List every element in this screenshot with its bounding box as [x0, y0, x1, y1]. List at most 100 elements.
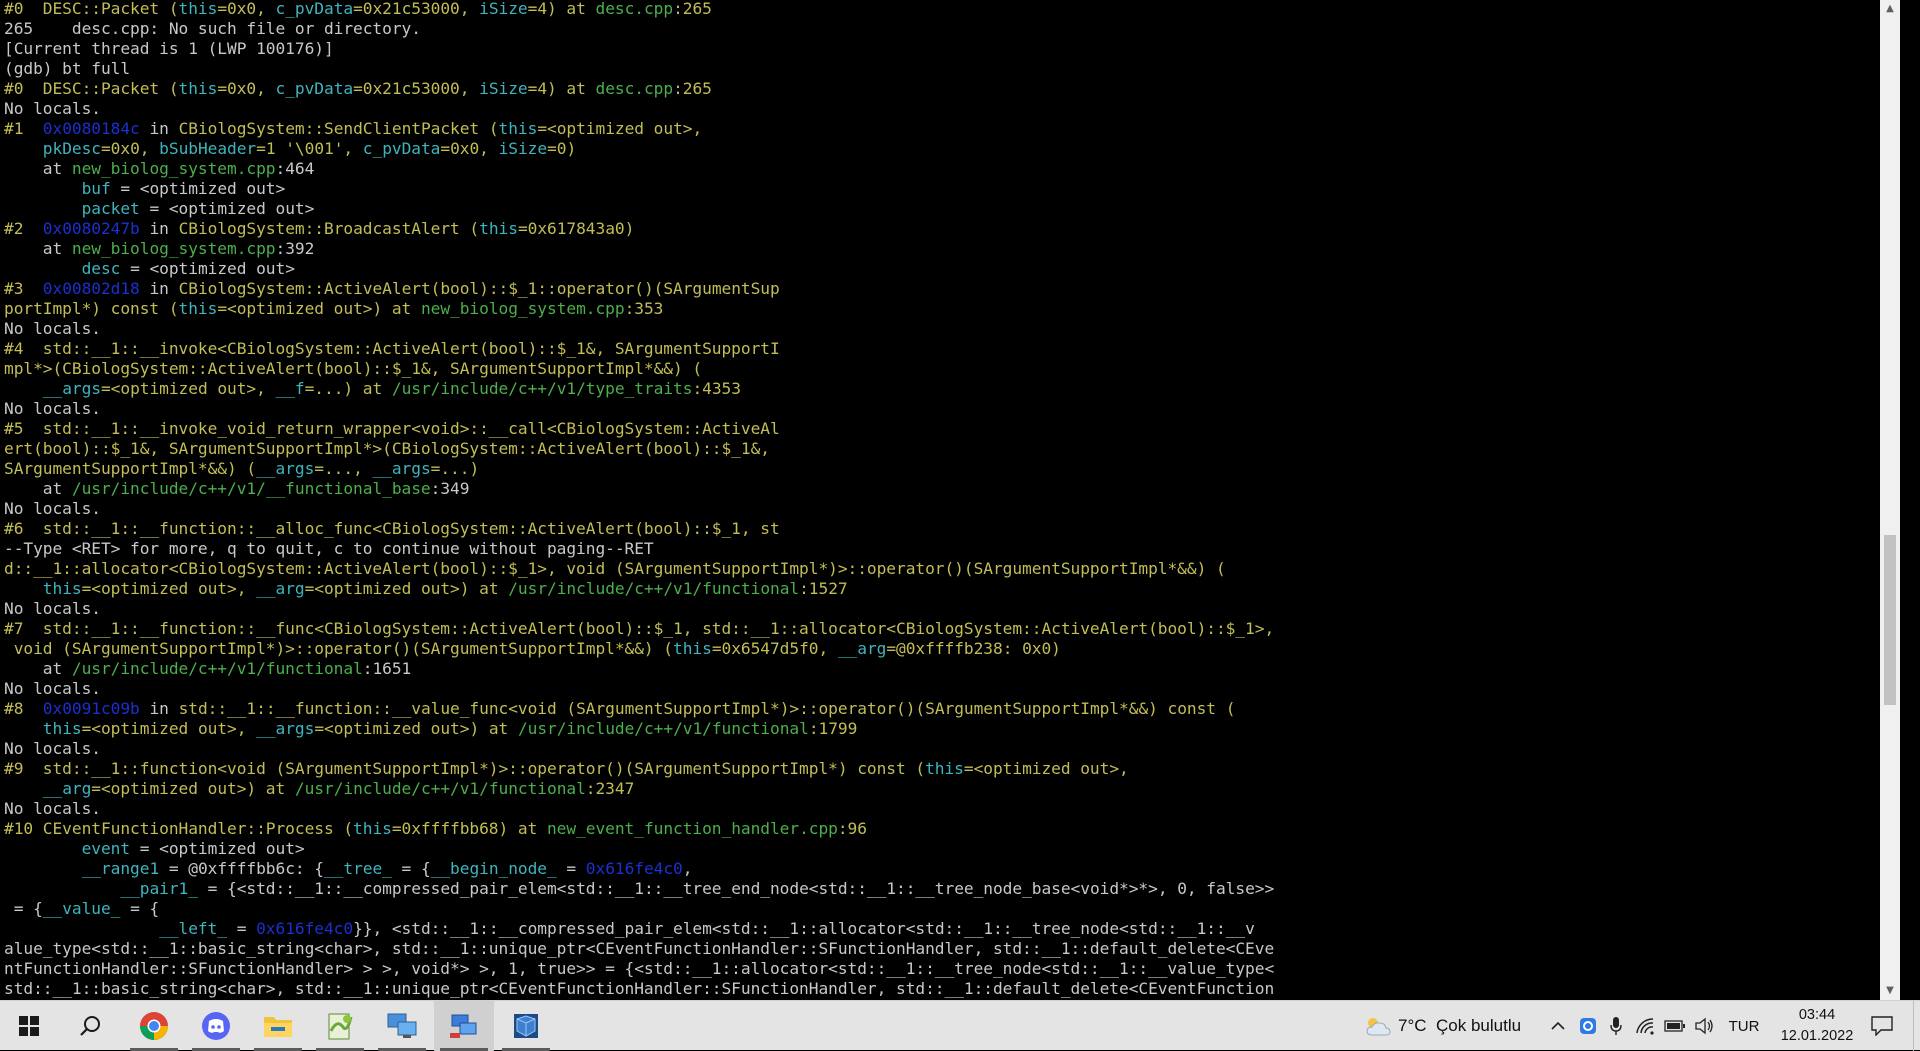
terminal-text: No locals. [4, 599, 101, 618]
search-button[interactable] [62, 1001, 118, 1051]
terminal-text: = { [391, 859, 431, 878]
terminal-text: at [4, 659, 72, 678]
taskbar-app-virtualbox[interactable] [496, 1001, 556, 1051]
terminal-line: No locals. [4, 399, 1900, 419]
terminal-text: at [4, 479, 72, 498]
terminal-text: #0 DESC::Packet ( [4, 79, 179, 98]
terminal-line: #1 0x0080184c in CBiologSystem::SendClie… [4, 119, 1900, 139]
terminal-line: #8 0x0091c09b in std::__1::__function::_… [4, 699, 1900, 719]
terminal-text: No locals. [4, 499, 101, 518]
terminal-text: d::__1::allocator<CBiologSystem::ActiveA… [4, 559, 1226, 578]
terminal-text: event [81, 839, 131, 858]
terminal-line: pkDesc=0x0, bSubHeader=1 '\001', c_pvDat… [4, 139, 1900, 159]
clock[interactable]: 03:44 12.01.2022 [1762, 1005, 1872, 1047]
weather-temp[interactable]: 7°C [1398, 1001, 1436, 1051]
weather-button[interactable] [1360, 1001, 1396, 1051]
terminal-line: No locals. [4, 739, 1900, 759]
terminal-text: ert(bool)::$_1&, SArgumentSupportImpl*>(… [4, 439, 770, 458]
terminal-text: new_biolog_system.cpp [71, 239, 276, 258]
taskbar-app-file-explorer[interactable] [248, 1001, 308, 1051]
terminal-text: =0x0, [100, 139, 160, 158]
terminal-text: =0x6547d5f0, [711, 639, 838, 658]
terminal-line: #9 std::__1::function<void (SArgumentSup… [4, 759, 1900, 779]
terminal-text: =..., [314, 459, 373, 478]
battery-button[interactable] [1661, 1001, 1689, 1051]
terminal-window[interactable]: #0 DESC::Packet (this=0x0, c_pvData=0x21… [0, 0, 1900, 1000]
terminal-line: __pair1_ = {<std::__1::__compressed_pair… [4, 879, 1900, 899]
tray-app-button[interactable] [1575, 1001, 1601, 1051]
microphone-button[interactable] [1603, 1001, 1629, 1051]
wifi-icon [1636, 1018, 1654, 1035]
weather-condition[interactable]: Çok bulutlu [1436, 1001, 1556, 1051]
terminal-text: :265 [673, 0, 712, 18]
terminal-text: :2347 [585, 779, 635, 798]
terminal-text: c_pvData [275, 0, 354, 18]
terminal-text: =<optimized out>, [963, 759, 1129, 778]
terminal-text: =@0xffffb238: 0x0) [886, 639, 1061, 658]
terminal-text: = <optimized out> [110, 179, 286, 198]
battery-icon [1664, 1020, 1685, 1032]
taskbar-app-discord[interactable] [186, 1001, 246, 1051]
terminal-text: at [4, 159, 72, 178]
taskbar-app-network-computer[interactable] [434, 1001, 494, 1051]
terminal-text: #7 std::__1::__function::__func<CBiologS… [4, 619, 1275, 638]
terminal-line: at /usr/include/c++/v1/functional:1651 [4, 659, 1900, 679]
terminal-line: at /usr/include/c++/v1/__functional_base… [4, 479, 1900, 499]
terminal-text: No locals. [4, 399, 101, 418]
scroll-down-arrow-icon[interactable]: ▼ [1880, 982, 1900, 1000]
terminal-line: #10 CEventFunctionHandler::Process (this… [4, 819, 1900, 839]
terminal-text: 0x616fe4c0 [585, 859, 683, 878]
terminal-line: = {__value_ = { [4, 899, 1900, 919]
terminal-text: #9 std::__1::function<void (SArgumentSup… [4, 759, 926, 778]
taskbar-app-notepadpp[interactable] [310, 1001, 370, 1051]
terminal-text: __arg [256, 579, 305, 598]
terminal-text: this [178, 299, 218, 318]
terminal-line: event = <optimized out> [4, 839, 1900, 859]
terminal-line: ert(bool)::$_1&, SArgumentSupportImpl*>(… [4, 439, 1900, 459]
language-indicator[interactable]: TUR [1722, 1001, 1766, 1051]
vertical-scrollbar[interactable]: ▲ ▼ [1880, 0, 1900, 1000]
terminal-text: new_event_function_handler.cpp [546, 819, 838, 838]
taskbar-app-chrome[interactable] [124, 1001, 184, 1051]
terminal-line: alue_type<std::__1::basic_string<char>, … [4, 939, 1900, 959]
speaker-icon [1695, 1017, 1713, 1035]
terminal-text: #8 [4, 699, 43, 718]
scroll-up-arrow-icon[interactable]: ▲ [1880, 0, 1900, 18]
terminal-text: __args [372, 459, 431, 478]
start-button[interactable] [0, 1001, 58, 1051]
terminal-text: iSize [479, 0, 528, 18]
scrollbar-thumb[interactable] [1884, 535, 1896, 705]
network-button[interactable] [1631, 1001, 1659, 1051]
terminal-text: std::__1::__function::__value_func<void … [178, 699, 1236, 718]
terminal-text: #1 [4, 119, 43, 138]
terminal-text: desc [81, 259, 121, 278]
terminal-text: 0x0091c09b [42, 699, 140, 718]
terminal-text: CBiologSystem::ActiveAlert(bool)::$_1::o… [178, 279, 780, 298]
terminal-text: =<optimized out>) at [91, 779, 295, 798]
terminal-text: :349 [430, 479, 470, 498]
taskbar-app-remote-desktop[interactable] [372, 1001, 432, 1051]
terminal-text: c_pvData [362, 139, 441, 158]
show-desktop-button[interactable] [1913, 1001, 1920, 1051]
notifications-button[interactable] [1862, 1001, 1902, 1051]
terminal-line: (gdb) bt full [4, 59, 1900, 79]
terminal-line: No locals. [4, 99, 1900, 119]
terminal-line: std::__1::basic_string<char>, std::__1::… [4, 979, 1900, 999]
terminal-text: No locals. [4, 799, 101, 818]
volume-button[interactable] [1691, 1001, 1719, 1051]
terminal-text: /usr/include/c++/v1/functional [294, 779, 586, 798]
terminal-text: :353 [624, 299, 664, 318]
terminal-line: 265 desc.cpp: No such file or directory. [4, 19, 1900, 39]
terminal-line: #4 std::__1::__invoke<CBiologSystem::Act… [4, 339, 1900, 359]
terminal-text: this [498, 119, 538, 138]
show-hidden-icons-button[interactable] [1545, 1001, 1571, 1051]
terminal-text: new_biolog_system.cpp [71, 159, 276, 178]
terminal-text: =4) at [527, 0, 596, 18]
terminal-text: :1799 [808, 719, 858, 738]
terminal-line: at new_biolog_system.cpp:464 [4, 159, 1900, 179]
